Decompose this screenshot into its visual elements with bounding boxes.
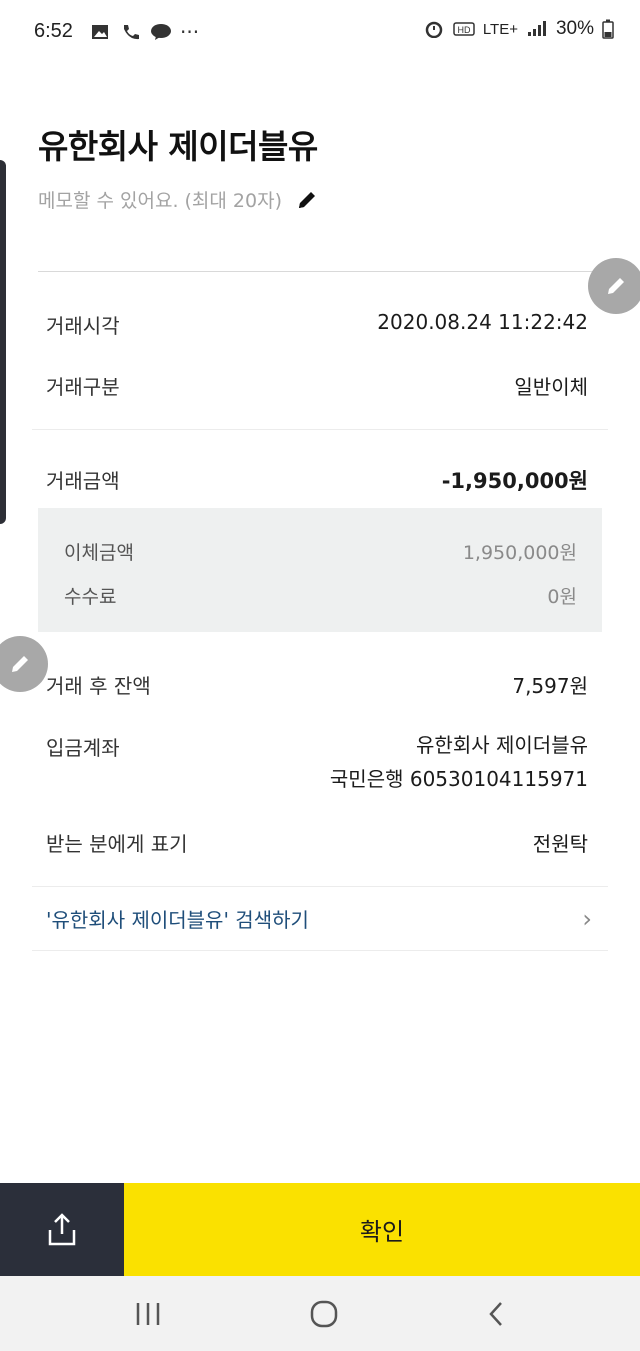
system-nav-bar <box>0 1276 640 1351</box>
fee-label: 수수료 <box>64 586 117 608</box>
transfer-amount-row: 이체금액 1,950,000원 <box>64 538 577 565</box>
recipient-display-label: 받는 분에게 표기 <box>46 832 188 856</box>
transaction-type-row: 거래구분 일반이체 <box>46 371 588 400</box>
deposit-account-value: 유한회사 제이더블유 국민은행 60530104115971 <box>330 728 588 796</box>
section-divider <box>32 429 608 430</box>
notification-icons: ··· <box>90 20 199 44</box>
balance-row: 거래 후 잔액 7,597원 <box>46 670 588 699</box>
recipient-display-value: 전원탁 <box>532 832 588 856</box>
floating-edit-button[interactable] <box>588 258 640 314</box>
floating-edit-button-left[interactable] <box>0 636 48 692</box>
search-recipient-link[interactable]: '유한회사 제이더블유' 검색하기 › <box>46 904 592 933</box>
section-divider <box>32 950 608 951</box>
recipient-display-row: 받는 분에게 표기 전원탁 <box>46 828 588 857</box>
edge-panel-handle[interactable] <box>0 160 6 524</box>
transaction-amount-row: 거래금액 -1,950,000원 <box>46 465 588 495</box>
gallery-icon <box>92 25 108 39</box>
transaction-type-label: 거래구분 <box>46 375 120 399</box>
transfer-amount-label: 이체금액 <box>64 542 134 564</box>
balance-label: 거래 후 잔액 <box>46 674 151 698</box>
phone-icon <box>124 25 139 40</box>
signal-icon <box>527 21 546 36</box>
home-icon[interactable] <box>309 1299 339 1329</box>
more-notifications-icon: ··· <box>180 20 200 44</box>
bottom-action-bar: 확인 <box>0 1183 640 1276</box>
battery-icon <box>602 19 614 39</box>
chevron-right-icon: › <box>582 904 592 933</box>
section-divider <box>32 886 608 887</box>
pencil-icon[interactable] <box>296 189 318 211</box>
status-right: HD LTE+ 30% <box>423 18 614 40</box>
share-icon <box>48 1212 76 1245</box>
fee-value: 0원 <box>547 586 577 608</box>
deposit-account-number: 국민은행 60530104115971 <box>329 767 588 791</box>
pencil-icon <box>12 656 28 672</box>
hd-icon: HD <box>453 22 475 36</box>
network-type: LTE+ <box>482 20 518 38</box>
battery-percent: 30% <box>555 18 594 39</box>
status-bar: 6:52 ··· HD LTE+ 30% <box>0 0 640 66</box>
recents-icon[interactable] <box>134 1301 162 1327</box>
amount-breakdown: 이체금액 1,950,000원 수수료 0원 <box>38 508 602 632</box>
alarm-icon <box>425 21 443 38</box>
deposit-account-label: 입금계좌 <box>46 736 120 760</box>
balance-value: 7,597원 <box>512 674 588 698</box>
header-divider <box>38 271 602 272</box>
transaction-amount-label: 거래금액 <box>46 469 120 493</box>
transaction-time-label: 거래시각 <box>46 314 120 338</box>
transaction-amount-value: -1,950,000원 <box>441 469 588 493</box>
talk-icon <box>151 24 171 40</box>
memo-field[interactable]: 메모할 수 있어요. (최대 20자) <box>38 186 318 213</box>
transaction-time-row: 거래시각 2020.08.24 11:22:42 <box>46 310 588 339</box>
memo-placeholder[interactable]: 메모할 수 있어요. (최대 20자) <box>38 186 282 213</box>
search-recipient-label[interactable]: '유한회사 제이더블유' 검색하기 <box>46 904 309 933</box>
fee-row: 수수료 0원 <box>64 582 577 609</box>
transaction-time-value: 2020.08.24 11:22:42 <box>377 310 588 334</box>
page-title: 유한회사 제이더블유 <box>38 127 318 166</box>
confirm-button[interactable]: 확인 <box>124 1183 640 1276</box>
share-button[interactable] <box>0 1183 124 1276</box>
transaction-type-value: 일반이체 <box>514 375 588 399</box>
deposit-account-row: 입금계좌 유한회사 제이더블유 국민은행 60530104115971 <box>46 732 588 796</box>
svg-text:HD: HD <box>457 25 470 35</box>
back-icon[interactable] <box>486 1300 506 1328</box>
deposit-account-name: 유한회사 제이더블유 <box>416 733 588 757</box>
pencil-icon <box>608 278 624 294</box>
transfer-amount-value: 1,950,000원 <box>462 542 577 564</box>
status-time: 6:52 <box>34 20 73 42</box>
